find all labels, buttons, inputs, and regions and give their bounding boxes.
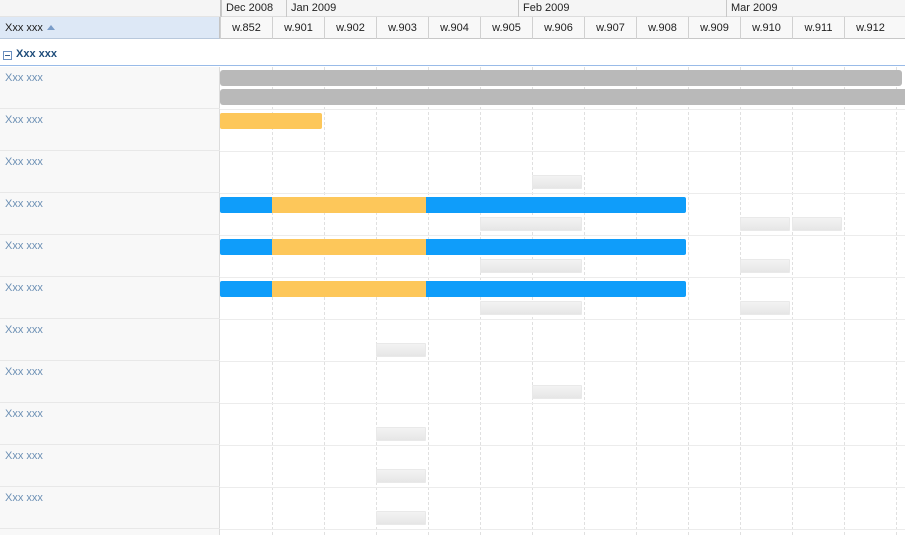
row-divider (220, 235, 905, 236)
week-divider (844, 67, 845, 535)
header-corner (0, 0, 220, 17)
yellow-segment[interactable] (272, 281, 426, 297)
group-label: Xxx xxx (16, 48, 57, 60)
week-divider (428, 67, 429, 535)
month-mar-2009: Mar 2009 (726, 0, 905, 17)
week-header-cell: w.905 (480, 17, 532, 39)
placeholder-event-bar[interactable] (480, 217, 582, 231)
resource-row-label[interactable]: Xxx xxx (0, 67, 220, 109)
row-divider (220, 445, 905, 446)
gray-event-bar[interactable] (220, 70, 902, 86)
week-header-cell: w.901 (272, 17, 324, 39)
placeholder-event-bar[interactable] (376, 343, 426, 357)
row-divider (220, 151, 905, 152)
week-header-cell: w.910 (740, 17, 792, 39)
placeholder-event-bar[interactable] (480, 301, 582, 315)
row-divider (220, 193, 905, 194)
collapse-minus-icon[interactable] (3, 51, 12, 60)
week-divider (792, 67, 793, 535)
row-divider (220, 319, 905, 320)
row-divider (220, 403, 905, 404)
week-divider (584, 67, 585, 535)
timeline-header: Xxx xxx Dec 2008 Jan 2009 Feb 2009 Mar 2… (0, 0, 905, 39)
gray-event-bar[interactable] (220, 89, 905, 105)
resource-column-header[interactable]: Xxx xxx (0, 17, 220, 39)
placeholder-event-bar[interactable] (740, 217, 790, 231)
sort-ascending-icon[interactable] (46, 24, 55, 30)
month-header-row: Dec 2008 Jan 2009 Feb 2009 Mar 2009 (220, 0, 905, 17)
placeholder-event-bar[interactable] (532, 175, 582, 189)
timeline-grid[interactable] (220, 67, 905, 535)
week-divider (324, 67, 325, 535)
week-header-cell: w.904 (428, 17, 480, 39)
week-divider (272, 67, 273, 535)
row-divider (220, 361, 905, 362)
week-divider (688, 67, 689, 535)
yellow-segment[interactable] (272, 239, 426, 255)
gantt-scheduler: Xxx xxx Dec 2008 Jan 2009 Feb 2009 Mar 2… (0, 0, 905, 535)
placeholder-event-bar[interactable] (376, 511, 426, 525)
yellow-segment[interactable] (272, 197, 426, 213)
resource-row-label[interactable]: Xxx xxx (0, 109, 220, 151)
week-header-cell: w.902 (324, 17, 376, 39)
month-dec-2008: Dec 2008 (221, 0, 286, 17)
resource-column-title: Xxx xxx (5, 22, 43, 34)
week-divider (376, 67, 377, 535)
resource-row-label[interactable]: Xxx xxx (0, 151, 220, 193)
resource-column: Xxx xxx Xxx xxx Xxx xxx Xxx xxx Xxx xxx … (0, 67, 220, 535)
month-feb-2009: Feb 2009 (518, 0, 726, 17)
placeholder-event-bar[interactable] (740, 259, 790, 273)
placeholder-event-bar[interactable] (376, 469, 426, 483)
week-header-cell: w.903 (376, 17, 428, 39)
resource-row-label[interactable]: Xxx xxx (0, 445, 220, 487)
yellow-event-bar[interactable] (220, 113, 322, 129)
row-divider (220, 109, 905, 110)
placeholder-event-bar[interactable] (532, 385, 582, 399)
placeholder-event-bar[interactable] (480, 259, 582, 273)
row-divider (220, 529, 905, 530)
resource-row-label[interactable]: Xxx xxx (0, 319, 220, 361)
row-divider (220, 277, 905, 278)
week-header-cell: w.909 (688, 17, 740, 39)
placeholder-event-bar[interactable] (740, 301, 790, 315)
week-divider (896, 67, 897, 535)
resource-row-label[interactable]: Xxx xxx (0, 487, 220, 529)
scheduler-body: Xxx xxx Xxx xxx Xxx xxx Xxx xxx Xxx xxx … (0, 67, 905, 535)
week-header-cell: w.907 (584, 17, 636, 39)
group-header-row: Xxx xxx (0, 44, 905, 66)
resource-row-label[interactable]: Xxx xxx (0, 235, 220, 277)
resource-row-label[interactable]: Xxx xxx (0, 193, 220, 235)
resource-row-label[interactable]: Xxx xxx (0, 277, 220, 319)
month-jan-2009: Jan 2009 (286, 0, 518, 17)
week-header-cell: w.852 (220, 17, 272, 39)
week-header-cell: w.912 (844, 17, 896, 39)
resource-row-label[interactable]: Xxx xxx (0, 361, 220, 403)
week-header-cell: w.906 (532, 17, 584, 39)
resource-row-label[interactable]: Xxx xxx (0, 403, 220, 445)
week-header-cell: w.911 (792, 17, 844, 39)
placeholder-event-bar[interactable] (376, 427, 426, 441)
week-header-cell: w.908 (636, 17, 688, 39)
row-divider (220, 487, 905, 488)
week-divider (636, 67, 637, 535)
week-header-row: w.852 w.901 w.902 w.903 w.904 w.905 w.90… (220, 17, 905, 39)
placeholder-event-bar[interactable] (792, 217, 842, 231)
